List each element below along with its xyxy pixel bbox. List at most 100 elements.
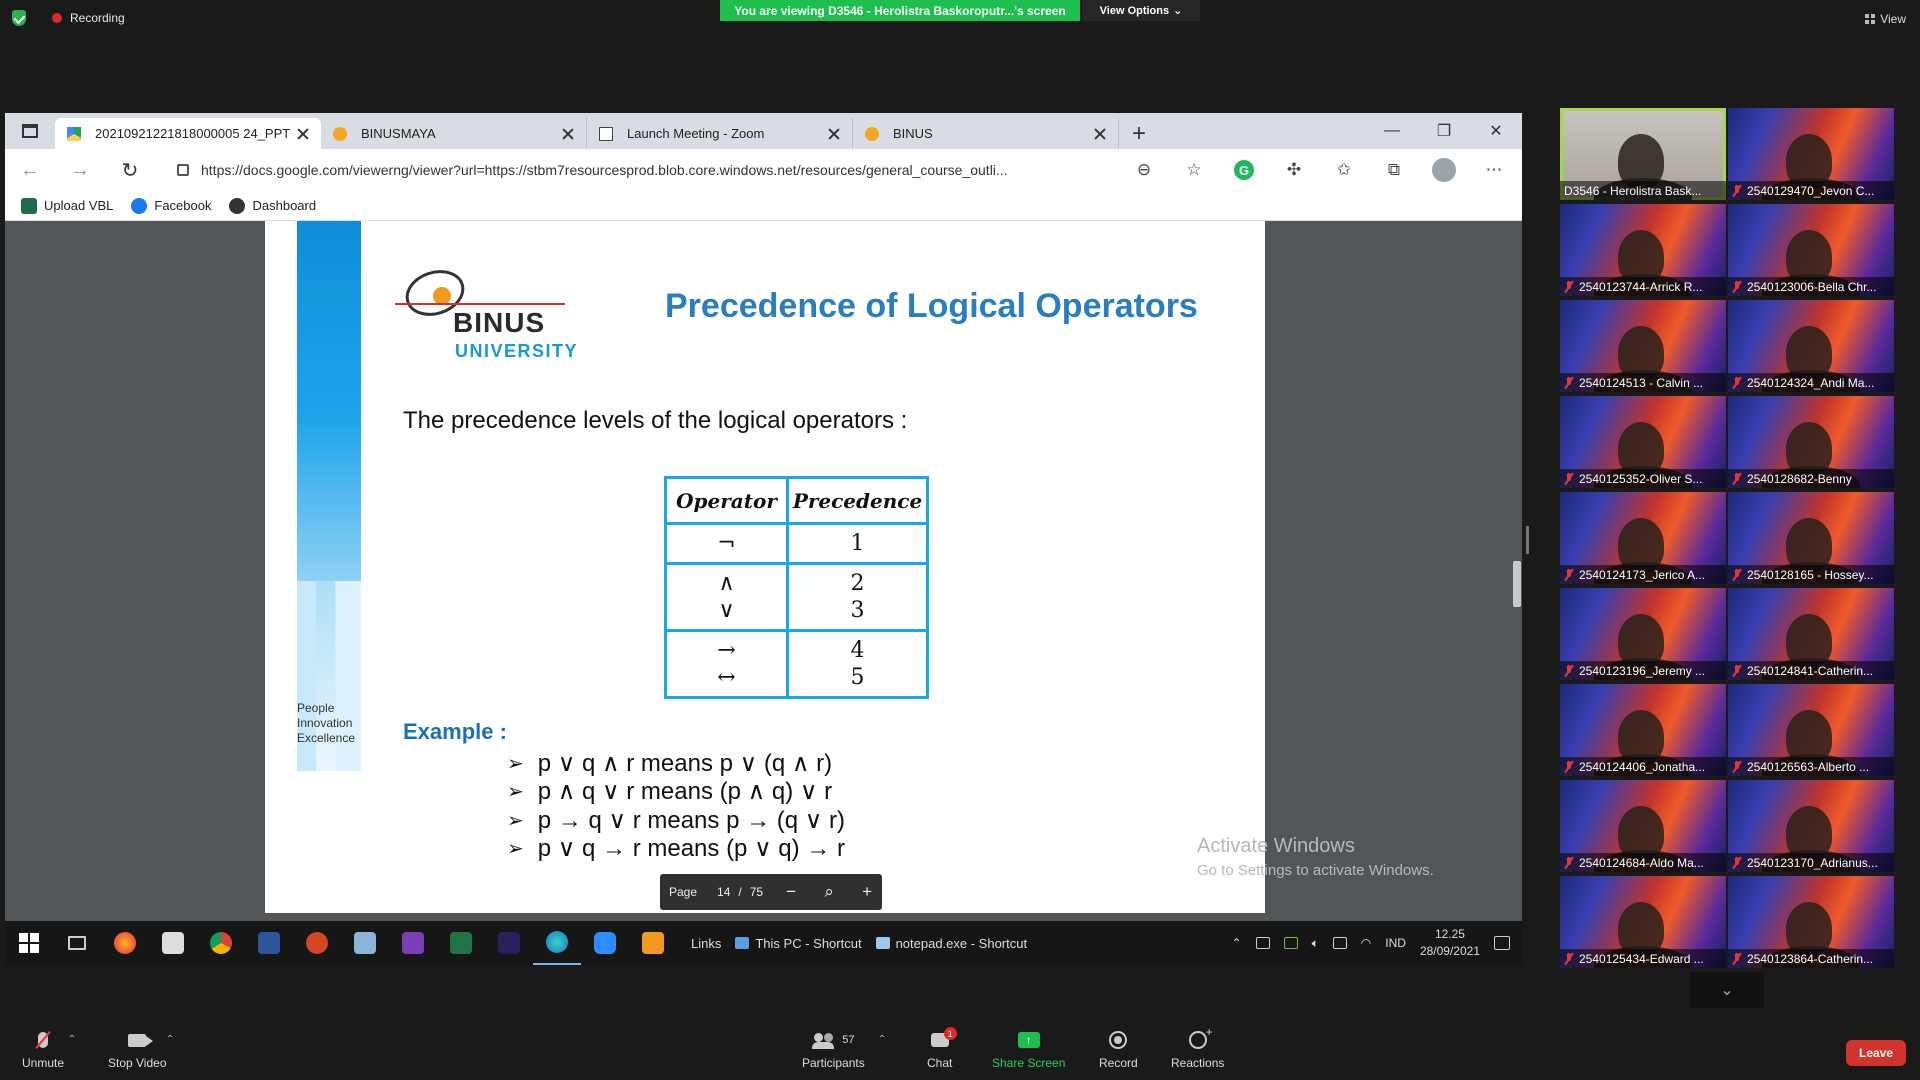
language-indicator[interactable]: IND (1385, 936, 1406, 950)
list-item: p ∧ q ∨ r means (p ∧ q) ∨ r (507, 778, 845, 807)
stop-video-button[interactable]: Stop Video (108, 1030, 167, 1070)
premiere-icon[interactable] (485, 921, 533, 965)
participant-tile[interactable]: 2540123170_Adrianus... (1728, 780, 1894, 872)
participant-tile[interactable]: 2540123196_Jeremy ... (1560, 588, 1726, 680)
nvidia-icon[interactable] (1283, 937, 1298, 949)
unmute-button[interactable]: Unmute (22, 1030, 64, 1070)
table-row: ∧ ∨ 2 3 (664, 562, 929, 632)
share-screen-button[interactable]: ↑ Share Screen (992, 1030, 1065, 1070)
extensions-icon[interactable]: ✣ (1280, 156, 1308, 184)
participant-tile[interactable]: 2540126563-Alberto ... (1728, 684, 1894, 776)
notes-icon[interactable] (341, 921, 389, 965)
taskbar-this-pc[interactable]: This PC - Shortcut (735, 936, 862, 951)
close-icon[interactable] (297, 128, 309, 140)
bookmark-facebook[interactable]: Facebook (131, 197, 211, 214)
leave-button[interactable]: Leave (1846, 1040, 1906, 1066)
new-tab-button[interactable]: + (1119, 118, 1159, 149)
grammarly-icon[interactable]: G (1230, 156, 1258, 184)
participant-tile[interactable]: 2540123744-Arrick R... (1560, 204, 1726, 296)
precedence-value: 4 (850, 638, 865, 663)
back-icon[interactable]: ← (5, 159, 55, 182)
viewer-scrollbar[interactable] (1513, 561, 1521, 607)
page-number-input[interactable]: 14 (717, 885, 730, 899)
snipping-icon[interactable] (629, 921, 677, 965)
tab-zoom-launch[interactable]: Launch Meeting - Zoom (587, 118, 853, 149)
reload-icon[interactable]: ↻ (105, 158, 155, 183)
tab-title: 20210921221818000005 24_PPT (95, 126, 291, 141)
participant-tile[interactable]: 2540124324_Andi Ma... (1728, 300, 1894, 392)
participant-tile[interactable]: 2540123006-Bella Chr... (1728, 204, 1894, 296)
document-viewer[interactable]: People Innovation Excellence BINUS UNIVE… (5, 221, 1522, 921)
notifications-icon[interactable] (1494, 936, 1510, 950)
reactions-button[interactable]: Reactions (1171, 1025, 1224, 1070)
operator-symbol: ¬ (717, 531, 736, 556)
minimize-icon[interactable]: — (1366, 113, 1418, 149)
gallery-next-page-icon[interactable]: ⌄ (1690, 972, 1764, 1008)
zoom-plus-icon[interactable]: + (857, 882, 877, 902)
security-shield-icon[interactable] (12, 10, 26, 26)
favorites-icon[interactable]: ✩ (1330, 156, 1358, 184)
participant-tile[interactable]: 2540124684-Aldo Ma... (1560, 780, 1726, 872)
edge-icon[interactable] (533, 921, 581, 965)
add-favorite-icon[interactable]: ☆ (1180, 156, 1208, 184)
onenote-icon[interactable] (389, 921, 437, 965)
participant-tile[interactable]: 2540124513 - Calvin ... (1560, 300, 1726, 392)
gallery-view-button[interactable]: View (1865, 12, 1906, 26)
zoom-minus-icon[interactable]: − (781, 882, 801, 902)
word-icon[interactable] (245, 921, 293, 965)
tab-binus[interactable]: BINUS (853, 118, 1119, 149)
participant-tile[interactable]: 2540129470_Jevon C... (1728, 108, 1894, 200)
start-button[interactable] (5, 921, 53, 965)
participant-tile[interactable]: 2540124406_Jonatha... (1560, 684, 1726, 776)
tray-chevron-icon[interactable]: ⌃ (1232, 936, 1242, 950)
participant-tile[interactable]: 2540124173_Jerico A... (1560, 492, 1726, 584)
close-icon[interactable] (562, 128, 574, 140)
excel-icon[interactable] (437, 921, 485, 965)
battery-icon[interactable] (1255, 937, 1270, 949)
participant-tile[interactable]: 2540125352-Oliver S... (1560, 396, 1726, 488)
chrome-icon[interactable] (197, 921, 245, 965)
tab-binusmaya[interactable]: BINUSMAYA (321, 118, 587, 149)
more-icon[interactable]: ⋯ (1480, 156, 1508, 184)
close-icon[interactable] (828, 128, 840, 140)
view-options-button[interactable]: View Options ⌄ (1082, 0, 1200, 21)
panel-resize-handle[interactable] (1526, 526, 1529, 554)
forward-icon[interactable]: → (55, 159, 105, 182)
task-view-icon[interactable] (53, 921, 101, 965)
chat-button[interactable]: 1 Chat (927, 1027, 957, 1070)
restore-icon[interactable]: ❐ (1418, 113, 1470, 149)
collections-icon[interactable]: ⧉ (1380, 156, 1408, 184)
taskbar-links[interactable]: Links (691, 936, 721, 951)
firefox-icon[interactable] (101, 921, 149, 965)
participant-tile[interactable]: 2540128165 - Hossey... (1728, 492, 1894, 584)
close-icon[interactable] (1094, 128, 1106, 140)
wifi-icon[interactable]: ◠ (1361, 936, 1371, 950)
participant-tile[interactable]: 2540128682-Benny (1728, 396, 1894, 488)
participants-button[interactable]: 57 Participants (802, 1030, 865, 1070)
zoom-app-icon[interactable] (581, 921, 629, 965)
bookmark-upload-vbl[interactable]: Upload VBL (21, 197, 113, 214)
clock[interactable]: 12.25 28/09/2021 (1420, 926, 1480, 960)
bookmark-dashboard[interactable]: Dashboard (229, 197, 316, 214)
record-button[interactable]: Record (1099, 1030, 1138, 1070)
participant-tile[interactable]: 2540124841-Catherin... (1728, 588, 1894, 680)
participant-tile[interactable]: 2540125434-Edward ... (1560, 876, 1726, 968)
media-app-icon[interactable] (149, 921, 197, 965)
magnifier-icon[interactable]: ⌕ (819, 882, 839, 902)
zoom-out-icon[interactable]: ⊖ (1130, 156, 1158, 184)
close-window-icon[interactable]: ✕ (1470, 113, 1522, 149)
lock-icon[interactable] (177, 164, 189, 176)
volume-icon[interactable]: 🔈︎ (1312, 936, 1319, 951)
display-icon[interactable] (1332, 937, 1347, 949)
powerpoint-icon[interactable] (293, 921, 341, 965)
muted-mic-icon (1564, 664, 1574, 677)
participant-tile[interactable]: D3546 - Herolistra Bask... (1560, 108, 1726, 200)
example-text: p ∨ q ∧ r means p ∨ (q ∧ r) (537, 749, 833, 777)
participant-tile[interactable]: 2540123864-Catherin... (1728, 876, 1894, 968)
tab-actions-icon[interactable] (5, 113, 55, 149)
muted-mic-icon (1564, 280, 1574, 293)
url-field[interactable]: https://docs.google.com/viewerng/viewer?… (165, 154, 1165, 186)
taskbar-notepad[interactable]: notepad.exe - Shortcut (875, 936, 1027, 951)
profile-avatar[interactable] (1430, 156, 1458, 184)
tab-ppt[interactable]: 20210921221818000005 24_PPT (55, 118, 321, 149)
